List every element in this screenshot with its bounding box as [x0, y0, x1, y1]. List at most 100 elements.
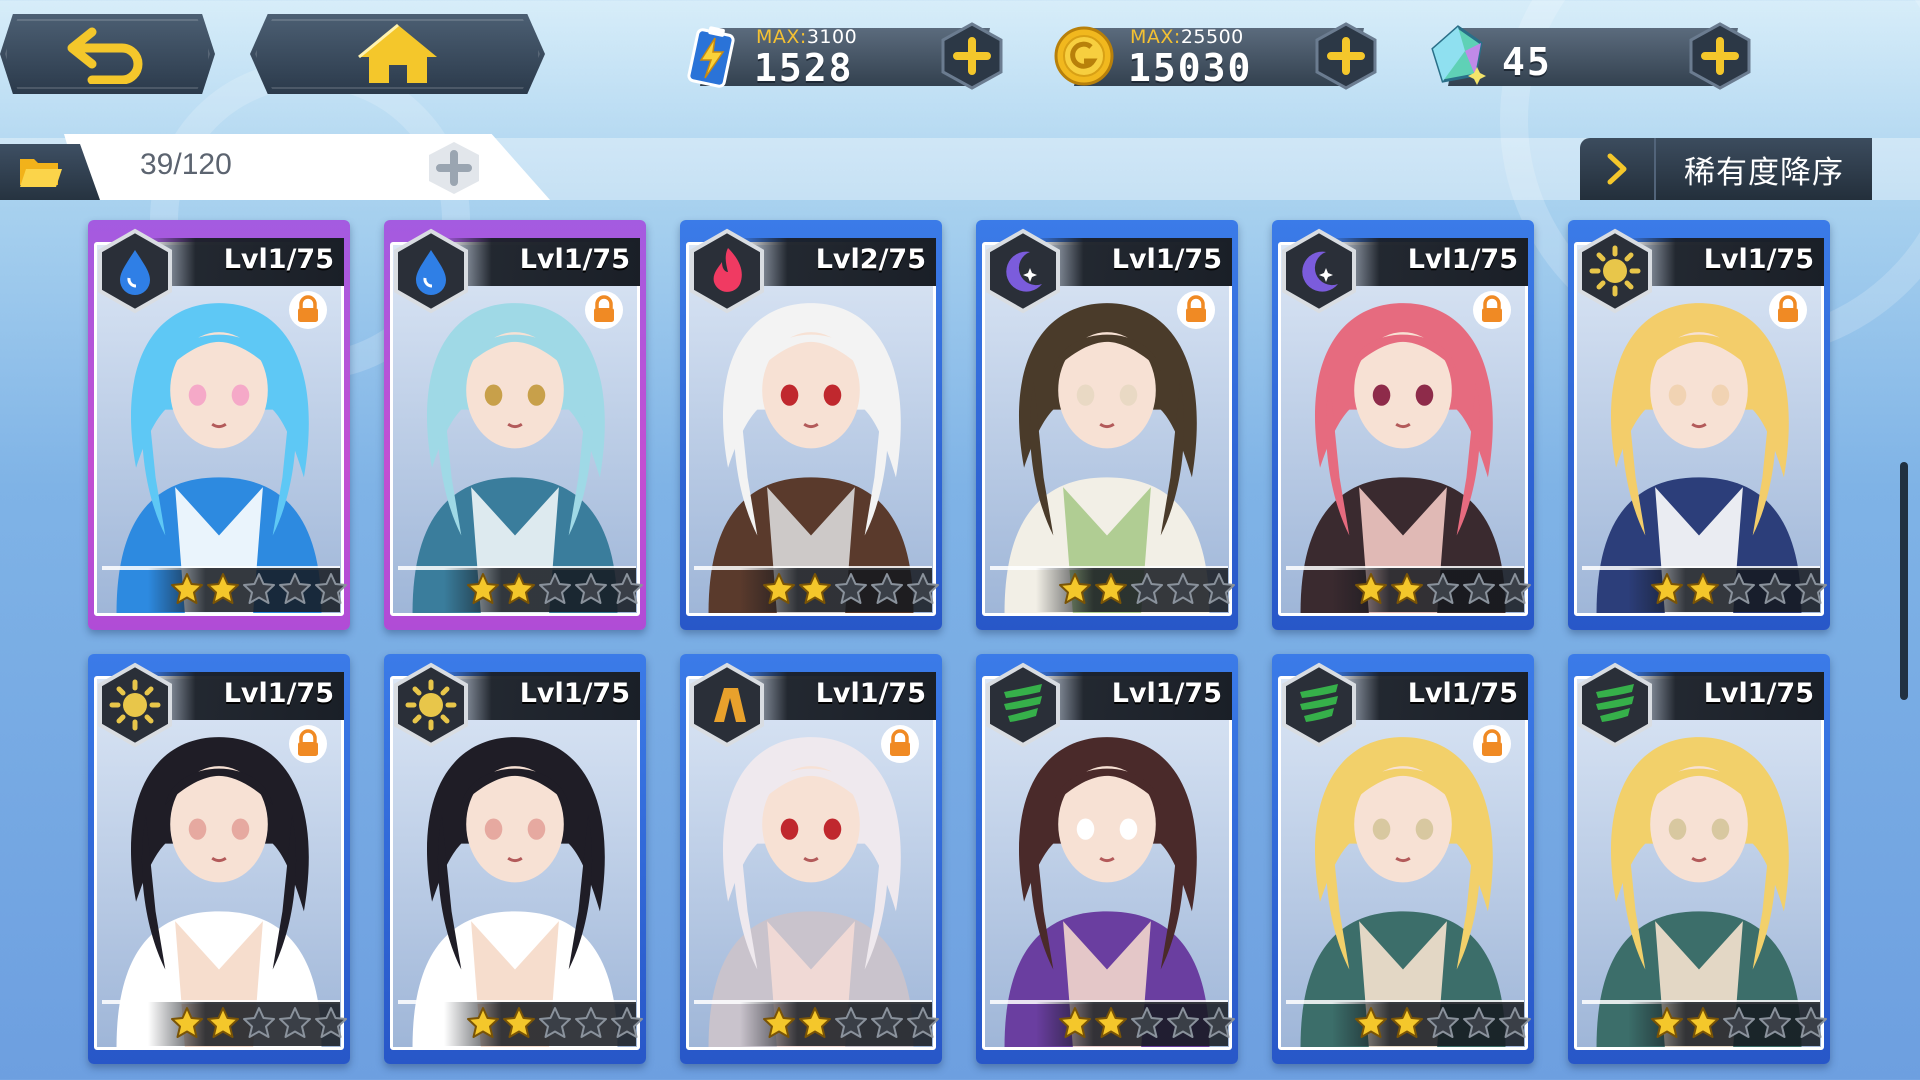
character-card[interactable]: Lvl1/75 [1272, 654, 1534, 1064]
star-empty-icon [870, 1006, 904, 1040]
star-rating [1058, 1006, 1236, 1042]
star-empty-icon [1722, 1006, 1756, 1040]
star-filled-icon [1686, 1006, 1720, 1040]
star-filled-icon [466, 572, 500, 606]
star-filled-icon [1058, 572, 1092, 606]
star-empty-icon [1202, 1006, 1236, 1040]
plus-icon [1689, 22, 1751, 90]
star-empty-icon [1758, 1006, 1792, 1040]
wind-element-icon [980, 662, 1066, 748]
add-gold-button[interactable] [1310, 20, 1382, 92]
sun-element-icon [1572, 228, 1658, 314]
card-level: Lvl2/75 [815, 244, 926, 275]
star-rating [1354, 1006, 1532, 1042]
add-energy-button[interactable] [936, 20, 1008, 92]
add-crystal-button[interactable] [1684, 20, 1756, 92]
star-empty-icon [1426, 572, 1460, 606]
star-empty-icon [1166, 1006, 1200, 1040]
star-empty-icon [1794, 1006, 1828, 1040]
card-level: Lvl1/75 [1111, 678, 1222, 709]
lock-icon[interactable] [584, 290, 624, 330]
character-card[interactable]: Lvl1/75 [1568, 654, 1830, 1064]
star-empty-icon [1758, 572, 1792, 606]
expand-inventory-button[interactable] [424, 140, 484, 196]
star-empty-icon [1166, 572, 1200, 606]
star-filled-icon [1094, 572, 1128, 606]
sort-button[interactable]: 稀有度降序 [1580, 138, 1872, 200]
character-card[interactable]: Lvl1/75 [384, 220, 646, 630]
star-empty-icon [574, 572, 608, 606]
star-filled-icon [1354, 1006, 1388, 1040]
character-card[interactable]: Lvl2/75 [680, 220, 942, 630]
lock-icon[interactable] [288, 290, 328, 330]
character-card[interactable]: Lvl1/75 [384, 654, 646, 1064]
plus-icon [1315, 22, 1377, 90]
moon-element-icon [1276, 228, 1362, 314]
lock-icon[interactable] [1472, 724, 1512, 764]
water-element-icon [92, 228, 178, 314]
chevron-right-icon [1580, 138, 1656, 200]
star-rating [1650, 1006, 1828, 1042]
star-filled-icon [1390, 1006, 1424, 1040]
back-button[interactable] [0, 14, 215, 94]
star-filled-icon [502, 572, 536, 606]
star-empty-icon [242, 572, 276, 606]
star-empty-icon [1130, 572, 1164, 606]
character-card[interactable]: Lvl1/75 [1568, 220, 1830, 630]
star-filled-icon [1058, 1006, 1092, 1040]
star-empty-icon [834, 572, 868, 606]
moon-element-icon [980, 228, 1066, 314]
lock-icon[interactable] [1176, 290, 1216, 330]
star-rating [762, 572, 940, 608]
card-level: Lvl1/75 [1407, 244, 1518, 275]
star-filled-icon [798, 1006, 832, 1040]
star-filled-icon [1650, 1006, 1684, 1040]
character-card[interactable]: Lvl1/75 [680, 654, 942, 1064]
character-card[interactable]: Lvl1/75 [976, 220, 1238, 630]
card-level: Lvl1/75 [519, 244, 630, 275]
star-empty-icon [1794, 572, 1828, 606]
character-card[interactable]: Lvl1/75 [88, 220, 350, 630]
star-rating [170, 1006, 348, 1042]
star-filled-icon [762, 1006, 796, 1040]
character-card[interactable]: Lvl1/75 [1272, 220, 1534, 630]
lock-icon[interactable] [880, 724, 920, 764]
lock-icon[interactable] [1472, 290, 1512, 330]
star-filled-icon [1686, 572, 1720, 606]
star-empty-icon [1130, 1006, 1164, 1040]
gold-coin-icon [1044, 20, 1124, 92]
star-empty-icon [1722, 572, 1756, 606]
card-level: Lvl1/75 [223, 678, 334, 709]
character-card[interactable]: Lvl1/75 [976, 654, 1238, 1064]
energy-value: 1528 [754, 46, 854, 90]
gold-value: 15030 [1128, 46, 1253, 90]
character-card[interactable]: Lvl1/75 [88, 654, 350, 1064]
star-filled-icon [1354, 572, 1388, 606]
home-button[interactable] [250, 14, 545, 94]
energy-max-label: MAX: [756, 26, 807, 48]
battery-bolt-icon [670, 20, 750, 92]
earth-element-icon [684, 662, 770, 748]
sort-label: 稀有度降序 [1684, 154, 1844, 191]
gold-max-value: 25500 [1180, 26, 1244, 48]
star-filled-icon [1094, 1006, 1128, 1040]
star-empty-icon [278, 572, 312, 606]
back-arrow-icon [67, 27, 142, 84]
star-rating [762, 1006, 940, 1042]
lock-icon[interactable] [288, 724, 328, 764]
star-filled-icon [1650, 572, 1684, 606]
star-empty-icon [610, 1006, 644, 1040]
star-empty-icon [1462, 1006, 1496, 1040]
sun-element-icon [388, 662, 474, 748]
star-filled-icon [1390, 572, 1424, 606]
star-empty-icon [314, 572, 348, 606]
lock-icon[interactable] [1768, 290, 1808, 330]
star-empty-icon [1202, 572, 1236, 606]
crystal-gem-icon [1418, 20, 1498, 92]
energy-max-value: 3100 [806, 26, 858, 48]
star-filled-icon [466, 1006, 500, 1040]
card-level: Lvl1/75 [1407, 678, 1518, 709]
gold-max: MAX:25500 [1130, 26, 1244, 48]
scrollbar[interactable] [1900, 462, 1908, 700]
star-empty-icon [610, 572, 644, 606]
